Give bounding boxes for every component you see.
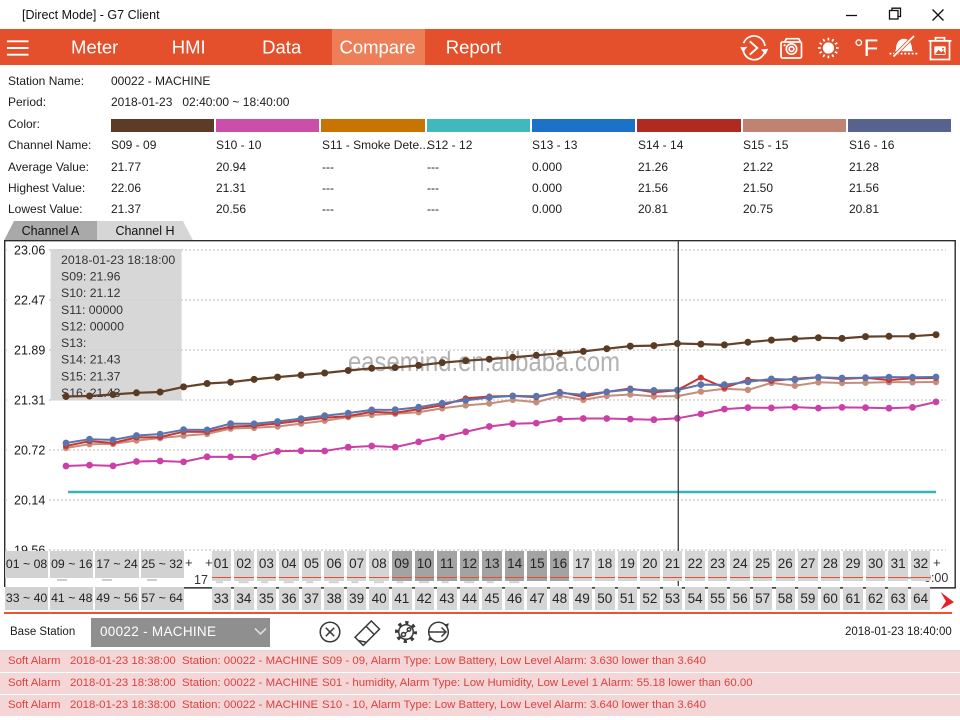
svg-text:S09: 21.96: S09: 21.96 bbox=[61, 269, 121, 283]
svg-text:23.06: 23.06 bbox=[14, 244, 45, 258]
svg-text:S15: 21.37: S15: 21.37 bbox=[61, 369, 121, 383]
svg-text:21.89: 21.89 bbox=[14, 344, 45, 358]
svg-text:+: + bbox=[933, 555, 941, 570]
svg-text:20.14: 20.14 bbox=[14, 494, 45, 508]
svg-text:+: + bbox=[185, 555, 193, 570]
svg-text:S11: 00000: S11: 00000 bbox=[61, 303, 123, 317]
svg-text:21.31: 21.31 bbox=[14, 394, 45, 408]
svg-text:20.72: 20.72 bbox=[14, 444, 45, 458]
svg-text:S13:: S13: bbox=[61, 336, 86, 350]
svg-text:S14: 21.43: S14: 21.43 bbox=[61, 353, 121, 367]
svg-text:17: 17 bbox=[194, 573, 208, 587]
svg-text:S10: 21.12: S10: 21.12 bbox=[61, 286, 121, 300]
svg-text:S12: 00000: S12: 00000 bbox=[61, 319, 124, 333]
svg-text:22.47: 22.47 bbox=[14, 294, 45, 308]
svg-text:2018-01-23 18:18:00: 2018-01-23 18:18:00 bbox=[61, 253, 175, 267]
